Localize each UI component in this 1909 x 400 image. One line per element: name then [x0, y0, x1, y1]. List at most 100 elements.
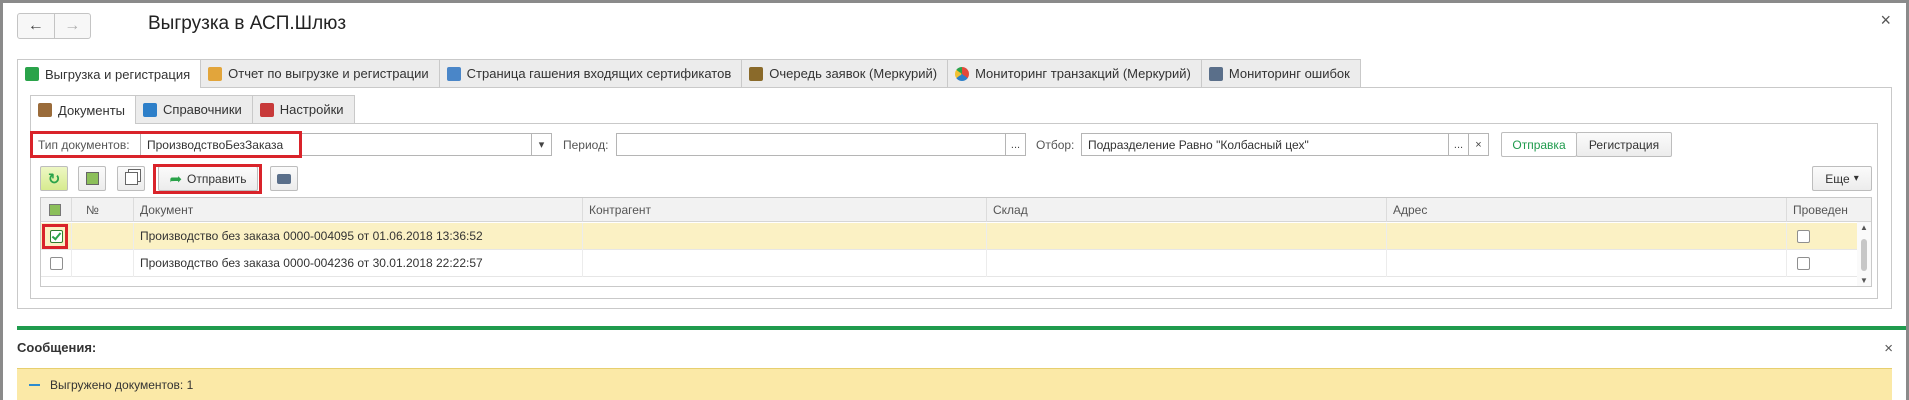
minus-icon — [29, 383, 40, 386]
main-tabs: Выгрузка и регистрация Отчет по выгрузке… — [17, 59, 1361, 88]
row-checkbox[interactable] — [50, 257, 63, 270]
cell-document: Производство без заказа 0000-004095 от 0… — [133, 223, 582, 250]
header-number[interactable]: № — [71, 198, 114, 222]
back-button[interactable]: ← — [18, 14, 54, 38]
tab-label: Справочники — [163, 102, 242, 117]
message-item[interactable]: Выгружено документов: 1 — [17, 368, 1892, 400]
close-icon: × — [1880, 10, 1891, 30]
certificate-icon — [446, 66, 461, 81]
check-all-button[interactable] — [78, 166, 106, 191]
close-window-button[interactable]: × — [1880, 10, 1891, 31]
tab-label: Мониторинг транзакций (Меркурий) — [975, 66, 1191, 81]
period-label: Период: — [563, 138, 609, 152]
arrow-left-icon: ← — [27, 17, 44, 34]
header-counterparty[interactable]: Контрагент — [582, 198, 986, 222]
tab-documents[interactable]: Документы — [30, 95, 137, 124]
pie-chart-icon — [955, 66, 970, 81]
cell-number — [71, 223, 133, 250]
close-messages-button[interactable]: × — [1884, 340, 1893, 357]
cell-address — [1386, 223, 1786, 250]
cell-posted — [1786, 250, 1859, 277]
table-row[interactable]: Производство без заказа 0000-004095 от 0… — [41, 223, 1859, 250]
filter-label: Отбор: — [1036, 138, 1075, 152]
cell-warehouse — [986, 250, 1386, 277]
highlight-send-button — [153, 164, 262, 194]
header-posted[interactable]: Проведен — [1786, 198, 1859, 222]
table-header: № Документ Контрагент Склад Адрес Провед… — [41, 198, 1871, 222]
tab-catalogs[interactable]: Справочники — [135, 95, 253, 123]
check-all-icon — [85, 172, 99, 185]
cell-counterparty — [582, 250, 986, 277]
settings-icon — [259, 102, 274, 117]
table-scrollbar[interactable]: ▲ ▼ — [1857, 222, 1871, 286]
doc-type-dropdown[interactable]: ▾ — [532, 133, 552, 156]
highlight-doc-type — [30, 131, 302, 158]
period-input[interactable] — [616, 133, 1006, 156]
arrow-right-icon: → — [64, 17, 81, 34]
filter-select-button[interactable]: ... — [1449, 133, 1469, 156]
history-navigation: ← → — [17, 13, 91, 39]
period-select-button[interactable]: ... — [1006, 133, 1026, 156]
cell-posted — [1786, 223, 1859, 250]
tab-label: Очередь заявок (Меркурий) — [769, 66, 938, 81]
tab-transaction-monitoring[interactable]: Мониторинг транзакций (Меркурий) — [947, 59, 1202, 87]
posted-checkbox[interactable] — [1797, 230, 1810, 243]
register-mode-toggle[interactable]: Регистрация — [1576, 132, 1672, 157]
header-address[interactable]: Адрес — [1386, 198, 1786, 222]
header-document[interactable]: Документ — [133, 198, 583, 222]
message-text: Выгружено документов: 1 — [50, 377, 194, 392]
window-title: Выгрузка в АСП.Шлюз — [148, 13, 347, 34]
refresh-icon: ↻ — [47, 170, 61, 188]
tab-label: Настройки — [279, 102, 344, 117]
filter-input[interactable]: Подразделение Равно "Колбасный цех" — [1081, 133, 1449, 156]
queue-icon — [749, 66, 764, 81]
table-row[interactable]: Производство без заказа 0000-004236 от 3… — [41, 250, 1859, 277]
forward-button[interactable]: → — [53, 14, 91, 38]
tab-label: Страница гашения входящих сертификатов — [466, 66, 732, 81]
cell-counterparty — [582, 223, 986, 250]
cell-warehouse — [986, 223, 1386, 250]
tab-upload-report[interactable]: Отчет по выгрузке и регистрации — [200, 59, 440, 87]
tab-request-queue[interactable]: Очередь заявок (Меркурий) — [741, 59, 949, 87]
tab-upload-registration[interactable]: Выгрузка и регистрация — [17, 59, 202, 88]
monitor-icon — [1208, 66, 1223, 81]
uncheck-all-button[interactable] — [117, 166, 145, 191]
print-button[interactable] — [270, 166, 298, 191]
send-mode-toggle[interactable]: Отправка — [1501, 132, 1577, 157]
tab-label: Отчет по выгрузке и регистрации — [228, 66, 429, 81]
more-button-label: Еще — [1825, 171, 1850, 186]
scrollbar-thumb[interactable] — [1861, 239, 1867, 271]
scroll-down-icon: ▼ — [1860, 276, 1868, 285]
printer-icon — [277, 173, 291, 184]
tab-settings[interactable]: Настройки — [251, 95, 355, 123]
chevron-down-icon: ▾ — [538, 139, 545, 151]
scroll-up-icon: ▲ — [1860, 223, 1868, 232]
sub-tabs: Документы Справочники Настройки — [30, 95, 355, 124]
cell-document: Производство без заказа 0000-004236 от 3… — [133, 250, 582, 277]
tab-label: Документы — [58, 102, 126, 118]
clear-icon: × — [1475, 138, 1482, 151]
header-check-column[interactable] — [41, 198, 71, 222]
more-button[interactable]: Еще ▾ — [1812, 166, 1872, 191]
cell-address — [1386, 250, 1786, 277]
close-icon: × — [1884, 340, 1893, 357]
posted-checkbox[interactable] — [1797, 257, 1810, 270]
tab-label: Мониторинг ошибок — [1228, 66, 1350, 81]
cell-number — [71, 250, 133, 277]
report-icon — [208, 66, 223, 81]
upload-icon — [25, 67, 39, 81]
filter-clear-button[interactable]: × — [1469, 133, 1489, 156]
briefcase-icon — [38, 103, 52, 117]
tab-label: Выгрузка и регистрация — [45, 66, 191, 82]
highlight-row-checkbox — [42, 224, 68, 249]
header-warehouse[interactable]: Склад — [986, 198, 1386, 222]
refresh-button[interactable]: ↻ — [40, 166, 68, 191]
book-icon — [143, 102, 158, 117]
messages-divider — [17, 326, 1906, 330]
chevron-down-icon: ▾ — [1853, 173, 1859, 184]
messages-title: Сообщения: — [17, 340, 97, 355]
documents-table: № Документ Контрагент Склад Адрес Провед… — [40, 197, 1872, 287]
tab-certificate-redemption[interactable]: Страница гашения входящих сертификатов — [438, 59, 743, 87]
tab-error-monitoring[interactable]: Мониторинг ошибок — [1200, 59, 1361, 87]
uncheck-all-icon — [124, 172, 138, 185]
